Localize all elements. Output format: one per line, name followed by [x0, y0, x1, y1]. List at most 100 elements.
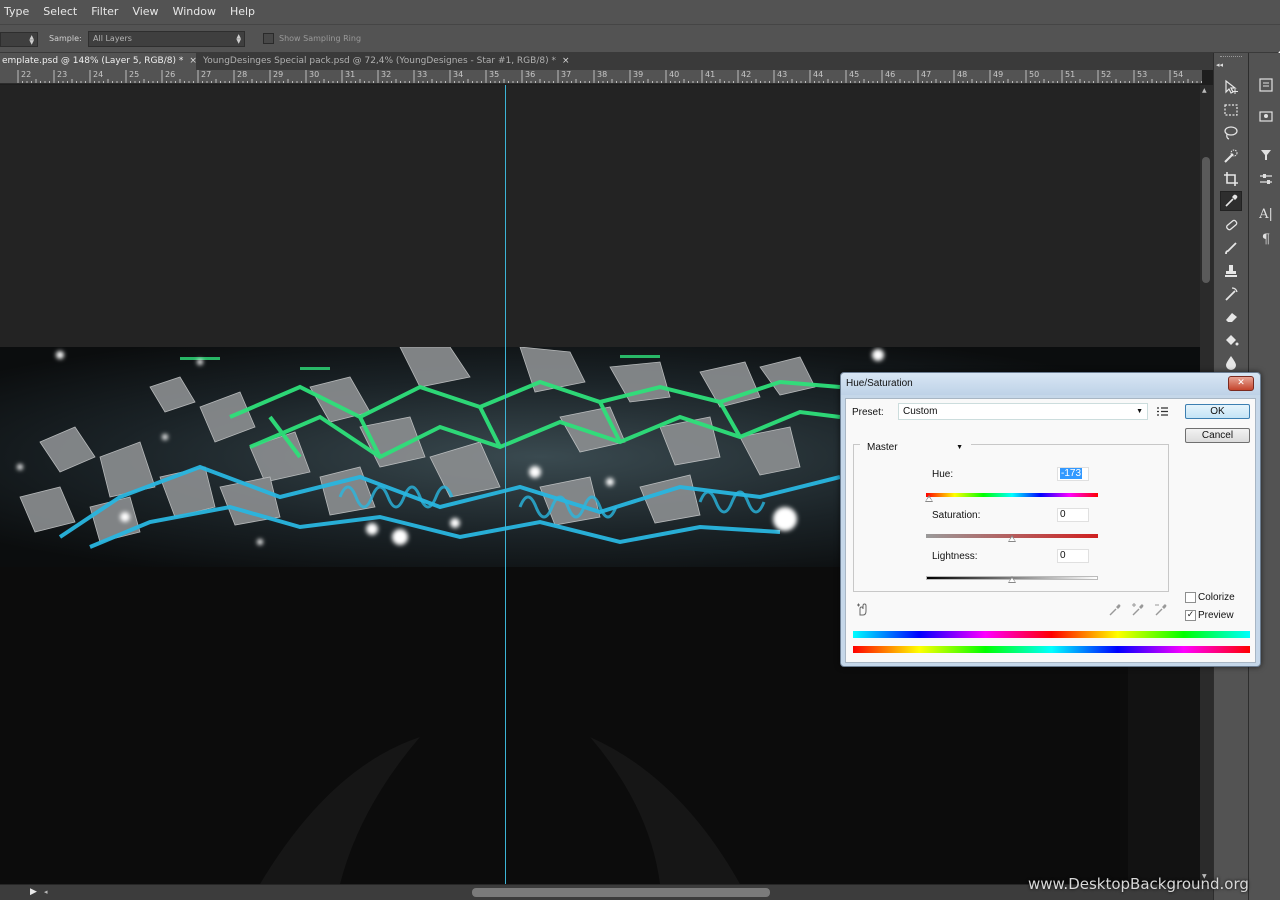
cancel-button[interactable]: Cancel [1185, 428, 1250, 443]
ruler-tick-label: 24 [93, 70, 104, 79]
saturation-input[interactable]: 0 [1057, 508, 1089, 522]
menu-view[interactable]: View [125, 0, 165, 24]
menu-help[interactable]: Help [223, 0, 262, 24]
adjustment-groupbox [853, 444, 1169, 592]
saturation-slider-thumb[interactable] [1008, 535, 1016, 542]
tab-special-pack-psd[interactable]: YoungDesinges Special pack.psd @ 72,4% (… [197, 53, 573, 70]
hue-slider[interactable] [926, 493, 1098, 497]
clone-stamp-tool-icon[interactable] [1220, 261, 1242, 281]
ruler-tick-label: 54 [1173, 70, 1184, 79]
preset-select[interactable]: Custom ▼ [898, 403, 1148, 420]
ruler-tick-label: 28 [237, 70, 248, 79]
play-icon[interactable]: ▶ [30, 887, 37, 897]
eyedropper-icon[interactable] [1108, 603, 1122, 617]
crop-tool-icon[interactable] [1220, 169, 1242, 189]
ruler-tick-label: 52 [1101, 70, 1112, 79]
lightness-slider-thumb[interactable] [1008, 576, 1016, 583]
ruler-tick-label: 51 [1065, 70, 1076, 79]
eraser-tool-icon[interactable] [1220, 307, 1242, 327]
colorize-checkbox[interactable] [1185, 592, 1196, 603]
sample-layers-select[interactable]: All Layers ▲ ▼ [88, 31, 245, 47]
preset-label: Preset: [852, 407, 884, 418]
vertical-scroll-thumb[interactable] [1202, 157, 1210, 283]
lasso-tool-icon[interactable] [1220, 123, 1242, 143]
hue-slider-thumb[interactable] [925, 495, 934, 502]
ruler-tick-label: 26 [165, 70, 176, 79]
ruler-tick-label: 33 [417, 70, 428, 79]
tab-template-psd[interactable]: emplate.psd @ 148% (Layer 5, RGB/8) * × [0, 53, 197, 70]
add-to-sample-eyedropper-icon[interactable] [1131, 603, 1145, 617]
menu-window[interactable]: Window [166, 0, 223, 24]
ruler-tick-label: 32 [381, 70, 392, 79]
close-tab-icon[interactable]: × [562, 56, 570, 66]
dialog-title: Hue/Saturation [846, 378, 913, 389]
scroll-left-icon[interactable]: ◂ [44, 888, 48, 896]
eyedropper-tool-icon[interactable] [1220, 191, 1242, 211]
move-tool-icon[interactable] [1220, 77, 1242, 97]
healing-brush-tool-icon[interactable] [1220, 215, 1242, 235]
panel-grip[interactable] [1220, 56, 1242, 60]
targeted-adjustment-icon[interactable] [856, 602, 870, 616]
collapse-panel-icon[interactable]: ◂◂ [1216, 61, 1223, 69]
adjustments-panel-icon[interactable] [1256, 145, 1276, 165]
hue-saturation-dialog: Hue/Saturation ✕ Preset: Custom ▼ OK Can… [840, 372, 1261, 667]
ruler-tick-label: 39 [633, 70, 644, 79]
paragraph-panel-icon[interactable]: ¶ [1256, 229, 1276, 249]
blur-tool-icon[interactable] [1220, 352, 1242, 372]
channel-select[interactable]: Master ▼ [860, 440, 971, 456]
lightness-label: Lightness: [932, 551, 978, 562]
chevron-down-icon: ▼ [956, 444, 963, 451]
lightness-input[interactable]: 0 [1057, 549, 1089, 563]
document-tabs: emplate.psd @ 148% (Layer 5, RGB/8) * × Y… [0, 53, 1213, 70]
libraries-panel-icon[interactable] [1256, 106, 1276, 126]
ruler-tick-label: 37 [561, 70, 572, 79]
close-button[interactable]: ✕ [1228, 376, 1254, 391]
quick-select-tool-icon[interactable] [1220, 146, 1242, 166]
ruler-tick-label: 43 [777, 70, 788, 79]
dialog-titlebar[interactable]: Hue/Saturation ✕ [841, 373, 1260, 395]
horizontal-ruler[interactable]: 22 23 24 25 26 27 28 29 30 31 32 33 34 35 36 37 38 39 40 41… [0, 70, 1202, 84]
menu-filter[interactable]: Filter [84, 0, 125, 24]
close-tab-icon[interactable]: × [189, 56, 197, 66]
show-sampling-ring-checkbox[interactable] [263, 33, 274, 44]
ruler-tick-label: 49 [993, 70, 1004, 79]
vertical-guide-line[interactable] [505, 85, 506, 884]
sample-select-value: All Layers [93, 34, 132, 43]
menu-bar: Type Select Filter View Window Help [0, 0, 1280, 24]
subtract-from-sample-eyedropper-icon[interactable] [1154, 603, 1168, 617]
ruler-tick-label: 42 [741, 70, 752, 79]
ruler-tick-label: 38 [597, 70, 608, 79]
properties-panel-icon[interactable] [1256, 169, 1276, 189]
tab-label: emplate.psd @ 148% (Layer 5, RGB/8) * [2, 56, 184, 66]
select-arrows-icon: ▲ ▼ [29, 34, 34, 46]
ruler-tick-label: 44 [813, 70, 824, 79]
preview-checkbox[interactable]: ✓ [1185, 610, 1196, 621]
marquee-tool-icon[interactable] [1220, 100, 1242, 120]
options-bar: ▲ ▼ Sample: All Layers ▲ ▼ Show Sampling R… [0, 24, 1280, 53]
ruler-tick-label: 29 [273, 70, 284, 79]
character-panel-icon[interactable]: A| [1256, 204, 1276, 224]
preview-label: Preview [1198, 610, 1234, 621]
history-brush-tool-icon[interactable] [1220, 284, 1242, 304]
preset-options-icon[interactable] [1157, 407, 1168, 419]
ruler-tick-label: 35 [489, 70, 500, 79]
menu-type[interactable]: Type [0, 0, 36, 24]
brush-tool-icon[interactable] [1220, 238, 1242, 258]
adjusted-color-bar [853, 631, 1250, 638]
paint-bucket-tool-icon[interactable] [1220, 330, 1242, 350]
scroll-up-icon[interactable]: ▲ [1202, 87, 1207, 94]
ruler-tick-label: 40 [669, 70, 680, 79]
ruler-tick-label: 47 [921, 70, 932, 79]
saturation-value: 0 [1060, 509, 1066, 520]
sample-size-select[interactable]: ▲ ▼ [0, 32, 38, 47]
ok-button[interactable]: OK [1185, 404, 1250, 419]
tab-label: YoungDesinges Special pack.psd @ 72,4% (… [203, 56, 556, 66]
history-panel-icon[interactable] [1256, 75, 1276, 95]
horizontal-scroll-thumb[interactable] [472, 888, 770, 897]
colorize-label: Colorize [1198, 592, 1235, 603]
menu-select[interactable]: Select [36, 0, 84, 24]
ruler-tick-label: 50 [1029, 70, 1040, 79]
hue-input[interactable]: -173 [1057, 467, 1089, 481]
ruler-tick-label: 53 [1137, 70, 1148, 79]
hue-label: Hue: [932, 469, 954, 480]
